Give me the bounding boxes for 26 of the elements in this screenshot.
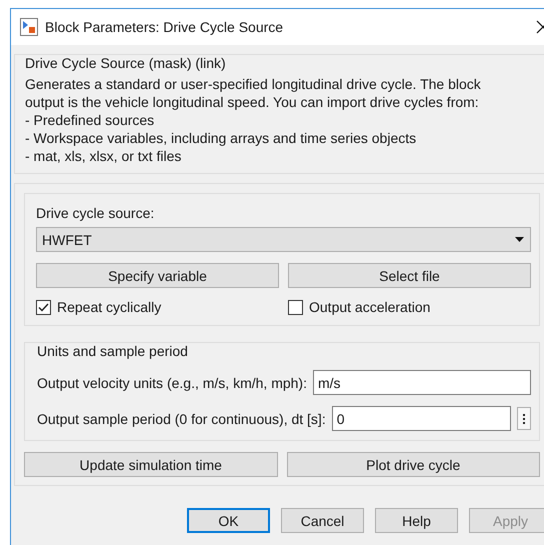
field-label: Drive cycle source: bbox=[36, 205, 156, 221]
field-label: Output sample period (0 for continuous), dt [s]: bbox=[37, 410, 326, 426]
dialog-button[interactable]: OK bbox=[187, 508, 270, 533]
checkbox[interactable] bbox=[288, 300, 303, 314]
action-button[interactable]: Specify variable bbox=[36, 263, 279, 288]
dialog-button[interactable]: Cancel bbox=[281, 508, 364, 533]
description-line: output is the vehicle longitudinal speed. You can import drive cycles from: bbox=[25, 93, 480, 111]
description-line: Generates a standard or user-specified longitudinal drive cycle. The block bbox=[25, 75, 482, 93]
checkbox[interactable] bbox=[36, 300, 51, 314]
action-button[interactable]: Update simulation time bbox=[24, 452, 278, 477]
input-field[interactable]: m/s bbox=[312, 370, 531, 395]
block-icon bbox=[20, 18, 38, 36]
input-field[interactable]: 0 bbox=[332, 406, 511, 431]
action-button[interactable]: Plot drive cycle bbox=[286, 452, 540, 477]
dropdown-caret-icon bbox=[515, 237, 524, 242]
checkbox-label: Output acceleration bbox=[309, 299, 430, 315]
window-title: Block Parameters: Drive Cycle Source bbox=[45, 19, 284, 35]
source-dropdown[interactable]: HWFET bbox=[36, 227, 531, 252]
dialog-button[interactable]: Help bbox=[375, 508, 458, 533]
description-line: - Workspace variables, including arrays and time series objects bbox=[25, 129, 418, 147]
description-line: - mat, xls, xlsx, or txt files bbox=[25, 147, 182, 165]
field-label: Output velocity units (e.g., m/s, km/h, mph): bbox=[37, 374, 307, 390]
action-button[interactable]: Select file bbox=[288, 263, 531, 288]
more-options-icon[interactable] bbox=[517, 407, 531, 430]
description-line: - Predefined sources bbox=[25, 111, 156, 129]
checkbox-label: Repeat cyclically bbox=[57, 299, 162, 315]
